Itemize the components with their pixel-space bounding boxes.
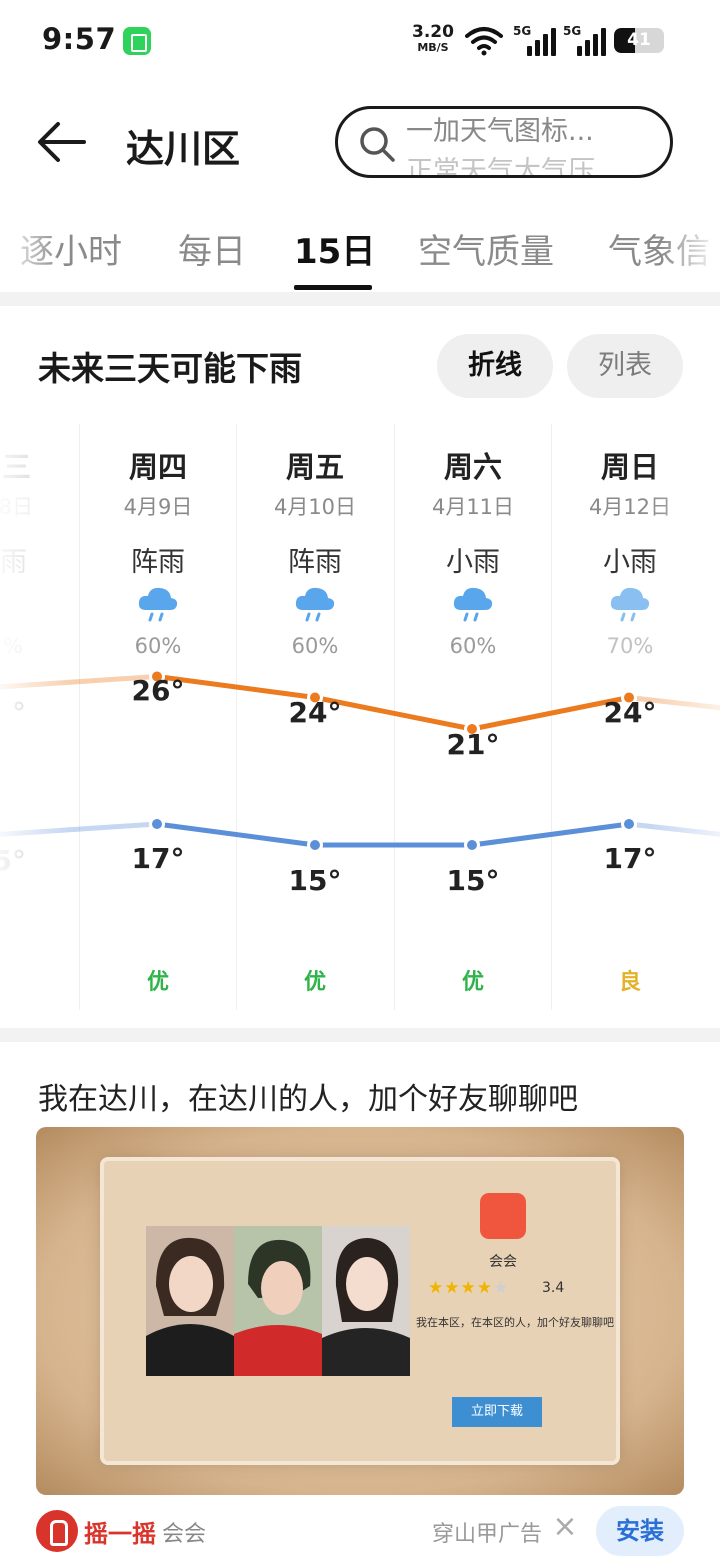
- wifi-icon: [465, 27, 503, 56]
- low-temp-label: 17°: [603, 842, 657, 875]
- line-chart-toggle[interactable]: 折线: [437, 334, 553, 398]
- network-speed-unit: MB/S: [417, 41, 449, 54]
- ad-app-name: 会会: [489, 1254, 517, 1270]
- search-icon: [360, 127, 395, 162]
- rating-value: 3.4: [542, 1280, 565, 1296]
- ad-banner[interactable]: 会会 ★★★★★ 3.4 我在本区，在本区的人，加个好友聊聊吧 立即下载: [36, 1127, 684, 1495]
- battery-percent: 41: [627, 30, 651, 50]
- tabs-fade-left: [0, 210, 60, 292]
- back-arrow-icon[interactable]: [30, 114, 92, 170]
- signal-sim2-icon: 5G: [563, 24, 609, 56]
- high-temp-label: 26°: [131, 674, 185, 707]
- ad-footer: 摇一摇 会会 穿山甲广告 × 安装: [0, 1504, 720, 1560]
- high-temp-label-partial: °: [12, 696, 26, 729]
- download-button[interactable]: 立即下载: [452, 1397, 542, 1427]
- sim1-label: 5G: [513, 24, 532, 38]
- profile-photo-2: [234, 1226, 322, 1376]
- tab-daily[interactable]: 每日: [178, 224, 246, 273]
- forecast-grid: 三 8日 雨 % 周四 4月9日 阵雨 60% 优 周五 4月10日 阵雨 60…: [0, 424, 720, 1010]
- section-divider: [0, 1028, 720, 1042]
- app-logo-icon: [480, 1193, 526, 1239]
- high-temp-label: 24°: [603, 696, 657, 729]
- low-temp-line-segment: [626, 821, 720, 837]
- ad-title[interactable]: 我在达川，在达川的人，加个好友聊聊吧: [38, 1074, 578, 1118]
- low-temp-label: 15°: [446, 864, 500, 897]
- shake-label[interactable]: 摇一摇: [84, 1514, 156, 1549]
- rating-stars: ★★★★★: [428, 1278, 510, 1298]
- page-title: 达川区: [126, 127, 241, 171]
- search-hint-line2: 正常天气大气压: [406, 156, 595, 178]
- tab-bar: 逐小时 每日 15日 空气质量 气象信: [0, 210, 720, 292]
- low-temp-label: 17°: [131, 842, 185, 875]
- search-hint-line1: 一加天气图标...: [406, 116, 594, 147]
- ad-source: 穿山甲广告: [432, 1522, 543, 1547]
- app-notification-icon: [123, 27, 151, 55]
- low-temp-label: 15°: [288, 864, 342, 897]
- low-temp-label-partial: 5°: [0, 844, 26, 877]
- ad-footer-app-name: 会会: [162, 1522, 207, 1547]
- list-toggle[interactable]: 列表: [567, 334, 683, 398]
- active-tab-indicator: [294, 285, 372, 290]
- low-temp-point: [307, 837, 323, 853]
- close-icon[interactable]: ×: [550, 1512, 580, 1542]
- ad-description: 我在本区，在本区的人，加个好友聊聊吧: [416, 1316, 614, 1329]
- clock: 9:57: [42, 22, 117, 56]
- profile-photo-1: [146, 1226, 234, 1376]
- install-button[interactable]: 安装: [596, 1506, 684, 1556]
- low-temp-line-segment: [0, 821, 160, 837]
- profile-photo-3: [322, 1226, 410, 1376]
- low-temp-point: [149, 816, 165, 832]
- forecast-title: 未来三天可能下雨: [38, 349, 302, 388]
- shake-icon[interactable]: [36, 1510, 78, 1552]
- tab-air-quality[interactable]: 空气质量: [418, 224, 554, 273]
- search-box[interactable]: 一加天气图标... 正常天气大气压: [335, 106, 673, 178]
- section-divider: [0, 292, 720, 306]
- header: 达川区 一加天气图标... 正常天气大气压: [0, 96, 720, 192]
- high-temp-label: 24°: [288, 696, 342, 729]
- tabs-fade-right: [660, 210, 720, 292]
- tab-15-day[interactable]: 15日: [294, 224, 375, 273]
- high-temp-label: 21°: [446, 728, 500, 761]
- sim2-label: 5G: [563, 24, 582, 38]
- network-speed-value: 3.20: [412, 22, 454, 42]
- signal-sim1-icon: 5G: [513, 24, 559, 56]
- network-speed: 3.20 MB/S: [412, 22, 454, 55]
- low-temp-point: [464, 837, 480, 853]
- low-temp-point: [621, 816, 637, 832]
- status-bar: 9:57 3.20 MB/S 5G 5G 41: [0, 0, 720, 84]
- battery-icon: 41: [614, 28, 664, 53]
